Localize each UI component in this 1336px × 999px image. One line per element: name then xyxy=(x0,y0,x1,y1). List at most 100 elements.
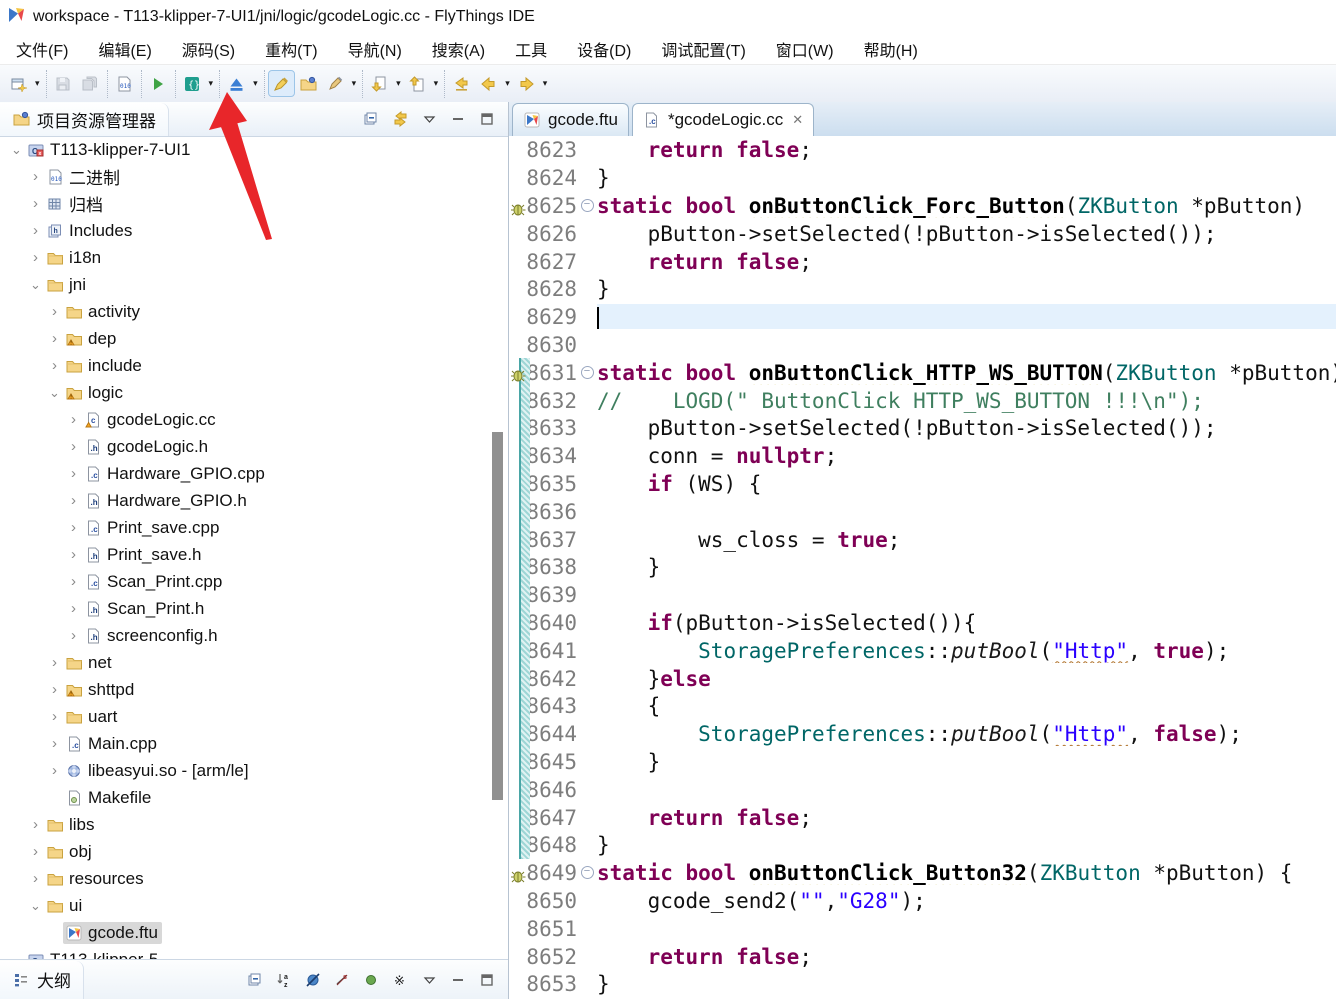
code-line-8642[interactable]: 8642 }else xyxy=(509,664,1336,692)
hide-fields-icon[interactable] xyxy=(304,972,322,988)
code-line-8631[interactable]: 8631–static bool onButtonClick_HTTP_WS_B… xyxy=(509,358,1336,386)
tree-item-Hardware_GPIO.h[interactable]: ›.hHardware_GPIO.h xyxy=(0,487,508,514)
minimize-icon[interactable] xyxy=(449,972,467,988)
code-line-8644[interactable]: 8644 StoragePreferences::putBool("Http",… xyxy=(509,720,1336,748)
code-line-8635[interactable]: 8635 if (WS) { xyxy=(509,470,1336,498)
collapsed-arrow-icon[interactable]: › xyxy=(46,681,63,698)
tree-item-obj[interactable]: ›obj xyxy=(0,838,508,865)
collapsed-arrow-icon[interactable]: › xyxy=(65,492,82,509)
code-text[interactable]: static bool onButtonClick_Forc_Button(ZK… xyxy=(597,193,1336,218)
collapsed-arrow-icon[interactable]: › xyxy=(65,519,82,536)
tree-item-include[interactable]: ›include xyxy=(0,352,508,379)
code-line-8632[interactable]: 8632// LOGD(" ButtonClick HTTP_WS_BUTTON… xyxy=(509,386,1336,414)
last-edit-location-button[interactable] xyxy=(449,71,474,96)
code-text[interactable]: StoragePreferences::putBool("Http", true… xyxy=(597,638,1336,663)
tree-item-net[interactable]: ›net xyxy=(0,649,508,676)
tab-outline[interactable]: 大纲 xyxy=(0,961,84,999)
code-line-8653[interactable]: 8653} xyxy=(509,970,1336,998)
collapsed-arrow-icon[interactable]: › xyxy=(46,654,63,671)
tree-item-libs[interactable]: ›libs xyxy=(0,811,508,838)
tree-item-T113-klipper-5[interactable]: CxT113-klipper-5 xyxy=(0,946,508,960)
code-text[interactable]: } xyxy=(597,554,1336,579)
collapsed-arrow-icon[interactable]: › xyxy=(46,735,63,752)
code-line-8634[interactable]: 8634 conn = nullptr; xyxy=(509,442,1336,470)
code-text[interactable]: }else xyxy=(597,666,1336,691)
collapsed-arrow-icon[interactable]: › xyxy=(65,600,82,617)
menu-tools[interactable]: 工具 xyxy=(515,37,547,61)
code-line-8624[interactable]: 8624} xyxy=(509,164,1336,192)
code-text[interactable]: if (WS) { xyxy=(597,471,1336,496)
code-text[interactable]: } xyxy=(597,749,1336,774)
hide-inactive-icon[interactable]: ※ xyxy=(391,972,409,988)
code-line-8633[interactable]: 8633 pButton->setSelected(!pButton->isSe… xyxy=(509,414,1336,442)
collapsed-arrow-icon[interactable]: › xyxy=(46,303,63,320)
next-annotation-dropdown-arrow[interactable]: ▾ xyxy=(393,71,404,96)
tree-item-activity[interactable]: ›activity xyxy=(0,298,508,325)
code-line-8640[interactable]: 8640 if(pButton->isSelected()){ xyxy=(509,609,1336,637)
hide-non-public-icon[interactable] xyxy=(362,972,380,988)
code-text[interactable] xyxy=(597,511,1336,512)
code-line-8650[interactable]: 8650 gcode_send2("","G28"); xyxy=(509,887,1336,915)
menu-file[interactable]: 文件(F) xyxy=(16,37,68,61)
code-text[interactable]: { xyxy=(597,693,1336,718)
code-line-8636[interactable]: 8636 xyxy=(509,497,1336,525)
code-text[interactable]: static bool onButtonClick_HTTP_WS_BUTTON… xyxy=(597,360,1336,385)
tree-item-dep[interactable]: ›!dep xyxy=(0,325,508,352)
code-line-8651[interactable]: 8651 xyxy=(509,914,1336,942)
tree-item-libeasyui.so_-_[arm/le][interactable]: ›libeasyui.so - [arm/le] xyxy=(0,757,508,784)
mark-pen-dropdown-arrow[interactable]: ▾ xyxy=(349,71,360,96)
code-text[interactable]: return false; xyxy=(597,805,1336,830)
code-line-8639[interactable]: 8639 xyxy=(509,581,1336,609)
code-line-8646[interactable]: 8646 xyxy=(509,775,1336,803)
code-text[interactable]: return false; xyxy=(597,944,1336,969)
tree-item-Main.cpp[interactable]: ›.cMain.cpp xyxy=(0,730,508,757)
maximize-icon[interactable] xyxy=(478,972,496,988)
tree-item-screenconfig.h[interactable]: ›.hscreenconfig.h xyxy=(0,622,508,649)
code-text[interactable] xyxy=(597,304,1336,329)
tree-item-Print_save.h[interactable]: ›.hPrint_save.h xyxy=(0,541,508,568)
code-text[interactable]: } xyxy=(597,832,1336,857)
code-line-8647[interactable]: 8647 return false; xyxy=(509,803,1336,831)
code-text[interactable]: gcode_send2("","G28"); xyxy=(597,888,1336,913)
expanded-arrow-icon[interactable]: ⌄ xyxy=(8,142,25,158)
fold-collapse-icon[interactable]: – xyxy=(581,366,594,379)
menu-source[interactable]: 源码(S) xyxy=(182,37,235,61)
hide-static-members-icon[interactable]: s xyxy=(333,972,351,988)
tree-item-ui[interactable]: ⌄ui xyxy=(0,892,508,919)
collapsed-arrow-icon[interactable]: › xyxy=(65,411,82,428)
fold-marker[interactable]: – xyxy=(577,199,597,212)
collapsed-arrow-icon[interactable]: › xyxy=(65,465,82,482)
collapsed-arrow-icon[interactable]: › xyxy=(27,870,44,887)
download-to-device-button[interactable] xyxy=(224,71,249,96)
menu-window[interactable]: 窗口(W) xyxy=(776,37,834,61)
tree-item-Hardware_GPIO.cpp[interactable]: ›.cHardware_GPIO.cpp xyxy=(0,460,508,487)
tree-item-gcode.ftu[interactable]: gcode.ftu xyxy=(0,919,508,946)
menu-search[interactable]: 搜索(A) xyxy=(432,37,485,61)
fold-collapse-icon[interactable]: – xyxy=(581,866,594,879)
code-line-8623[interactable]: 8623 return false; xyxy=(509,136,1336,164)
tree-item-uart[interactable]: ›uart xyxy=(0,703,508,730)
editor-tab-gcodeLogic.cc[interactable]: .c*gcodeLogic.cc✕ xyxy=(632,103,814,136)
menu-edit[interactable]: 编辑(E) xyxy=(98,37,151,61)
collapsed-arrow-icon[interactable]: › xyxy=(27,816,44,833)
save-all-button[interactable] xyxy=(78,71,103,96)
tree-item-Scan_Print.cpp[interactable]: ›.cScan_Print.cpp xyxy=(0,568,508,595)
code-text[interactable]: } xyxy=(597,276,1336,301)
collapsed-arrow-icon[interactable]: › xyxy=(27,249,44,266)
tree-item-jni[interactable]: ⌄jni xyxy=(0,271,508,298)
link-with-editor-icon[interactable] xyxy=(391,111,409,127)
view-menu-icon[interactable] xyxy=(420,972,438,988)
fold-collapse-icon[interactable]: – xyxy=(581,199,594,212)
download-to-device-dropdown-arrow[interactable]: ▾ xyxy=(250,71,261,96)
binary-file-button[interactable]: 010 xyxy=(112,71,137,96)
code-text[interactable]: ws_closs = true; xyxy=(597,527,1336,552)
collapse-all-icon[interactable] xyxy=(362,111,380,127)
collapse-all-icon[interactable] xyxy=(246,972,264,988)
collapsed-arrow-icon[interactable]: › xyxy=(27,843,44,860)
view-menu-icon[interactable] xyxy=(420,111,438,127)
code-text[interactable] xyxy=(597,789,1336,790)
code-editor[interactable]: 8623 return false;8624}8625–static bool … xyxy=(509,136,1336,999)
expanded-arrow-icon[interactable]: ⌄ xyxy=(27,898,44,914)
code-text[interactable]: // LOGD(" ButtonClick HTTP_WS_BUTTON !!!… xyxy=(597,388,1336,413)
tree-item-shttpd[interactable]: ›!shttpd xyxy=(0,676,508,703)
